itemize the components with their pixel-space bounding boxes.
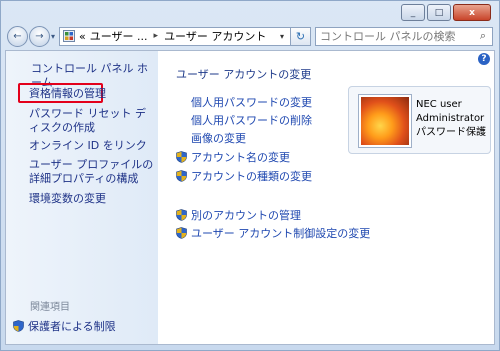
- sidebar-manage-credentials-link[interactable]: 資格情報の管理: [29, 87, 106, 101]
- related-heading: 関連項目: [30, 302, 70, 313]
- forward-button[interactable]: →: [29, 25, 50, 47]
- sidebar-parental-controls-link[interactable]: 保護者による制限: [13, 318, 116, 334]
- uac-settings-link[interactable]: ユーザー アカウント制御設定の変更: [176, 225, 370, 241]
- user-status: パスワード保護: [416, 127, 486, 138]
- forward-arrow-icon: →: [35, 30, 44, 42]
- search-icon[interactable]: ⌕: [474, 29, 492, 43]
- sidebar-link-online-id-link[interactable]: オンライン ID をリンク: [29, 139, 147, 153]
- uac-shield-icon: [176, 170, 187, 182]
- navigation-bar: ← → ▾ « ユーザー ... ▸ ユーザー アカウント ▾ ↻ コントロール…: [7, 25, 493, 47]
- control-panel-icon: [63, 30, 76, 42]
- breadcrumb-user-accounts-family[interactable]: ユーザー ...: [90, 28, 148, 44]
- sidebar-profile-properties-link[interactable]: ユーザー プロファイルの詳細プロパティの構成: [29, 158, 155, 186]
- refresh-icon: ↻: [295, 29, 306, 43]
- close-button[interactable]: x: [453, 4, 491, 21]
- sidebar: コントロール パネル ホーム 資格情報の管理 パスワード リセット ディスクの作…: [6, 51, 158, 344]
- remove-password-link[interactable]: 個人用パスワードの削除: [191, 112, 312, 128]
- minimize-button[interactable]: _: [401, 4, 425, 21]
- refresh-button[interactable]: ↻: [291, 26, 311, 46]
- change-account-name-link[interactable]: アカウント名の変更: [176, 149, 290, 165]
- search-placeholder: コントロール パネルの検索: [320, 30, 456, 43]
- create-password-link[interactable]: 個人用パスワードの変更: [191, 94, 312, 110]
- change-account-name-label: アカウント名の変更: [191, 151, 290, 164]
- user-card-text: NEC user Administrator パスワード保護: [416, 98, 486, 140]
- uac-shield-icon: [176, 227, 187, 239]
- user-account-card: NEC user Administrator パスワード保護: [348, 86, 491, 154]
- uac-shield-icon: [176, 151, 187, 163]
- address-prefix[interactable]: «: [79, 30, 86, 43]
- user-avatar-flower-icon: [359, 95, 411, 147]
- sidebar-environment-variables-link[interactable]: 環境変数の変更: [29, 192, 106, 206]
- breadcrumb-user-accounts[interactable]: ユーザー アカウント: [164, 28, 266, 44]
- maximize-button[interactable]: □: [427, 4, 451, 21]
- back-arrow-icon: ←: [13, 30, 22, 42]
- breadcrumb-separator-icon[interactable]: ▸: [154, 31, 159, 41]
- address-bar[interactable]: « ユーザー ... ▸ ユーザー アカウント ▾: [59, 26, 291, 46]
- change-picture-link[interactable]: 画像の変更: [191, 130, 246, 146]
- search-box[interactable]: コントロール パネルの検索 ⌕: [315, 26, 493, 46]
- uac-settings-label: ユーザー アカウント制御設定の変更: [191, 227, 371, 240]
- parental-controls-label: 保護者による制限: [28, 320, 116, 333]
- uac-shield-icon: [13, 320, 24, 332]
- window-controls: _ □ x: [399, 4, 491, 21]
- manage-other-account-label: 別のアカウントの管理: [191, 209, 301, 222]
- address-dropdown-icon[interactable]: ▾: [273, 31, 290, 41]
- sidebar-password-reset-disk-link[interactable]: パスワード リセット ディスクの作成: [29, 107, 155, 135]
- page-title: ユーザー アカウントの変更: [176, 68, 312, 81]
- help-icon[interactable]: ?: [478, 53, 490, 65]
- recent-pages-dropdown-icon[interactable]: ▾: [51, 32, 55, 41]
- back-button[interactable]: ←: [7, 25, 28, 47]
- uac-shield-icon: [176, 209, 187, 221]
- change-account-type-label: アカウントの種類の変更: [191, 170, 312, 183]
- manage-other-account-link[interactable]: 別のアカウントの管理: [176, 207, 301, 223]
- user-role: Administrator: [416, 113, 485, 124]
- content-area: コントロール パネル ホーム 資格情報の管理 パスワード リセット ディスクの作…: [5, 50, 495, 345]
- window: _ □ x ← → ▾ « ユーザー ... ▸ ユーザー アカウント ▾ ↻ …: [0, 0, 500, 351]
- change-account-type-link[interactable]: アカウントの種類の変更: [176, 168, 312, 184]
- user-name: NEC user: [416, 99, 462, 110]
